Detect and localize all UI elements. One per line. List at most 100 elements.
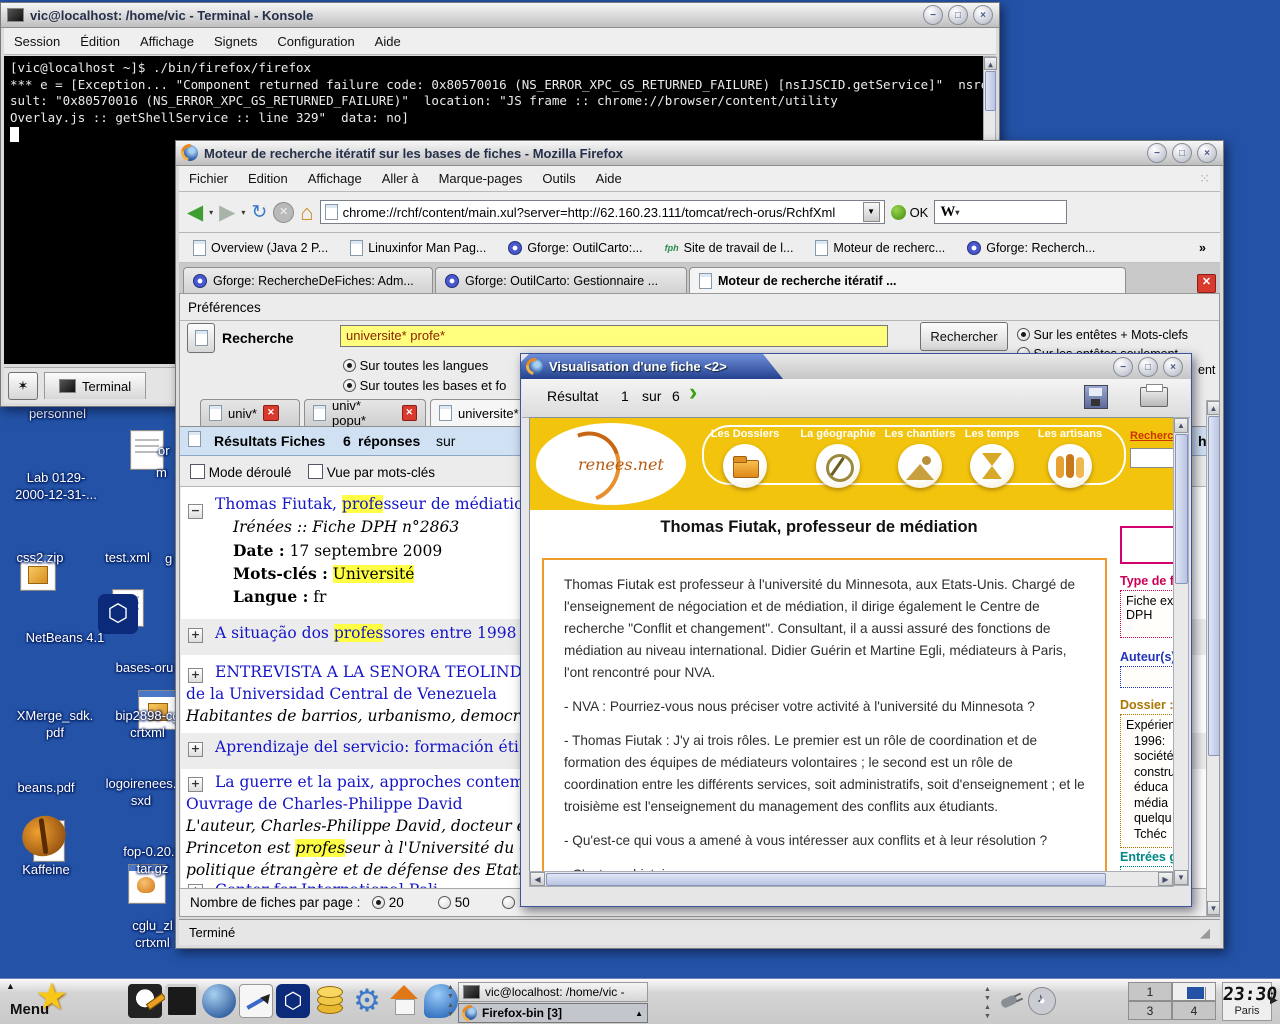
expand-icon[interactable]: [188, 742, 203, 757]
bookmark-overview-java[interactable]: Overview (Java 2 P...: [193, 240, 328, 256]
kmenu-button[interactable]: ★ Menu: [10, 979, 115, 1023]
content-scrollbar[interactable]: ▲ ▼: [1206, 400, 1220, 916]
coins-icon[interactable]: [313, 984, 347, 1018]
menu-aller-a[interactable]: Aller à: [382, 171, 419, 186]
task-list-scroll-icons[interactable]: ▲▼▲▼: [447, 983, 454, 1019]
result-4-title[interactable]: Aprendizaje del servicio: formación éti: [215, 738, 519, 756]
tab-close-button[interactable]: ✕: [1197, 274, 1216, 293]
result-2-title[interactable]: A situação dos professores entre 1998: [215, 624, 516, 642]
close-button[interactable]: ×: [1197, 143, 1217, 163]
menu-session[interactable]: Session: [14, 34, 60, 49]
nav-la-geographie[interactable]: La géographie: [796, 428, 880, 488]
viewer-horizontal-scrollbar[interactable]: ◀ ▶: [529, 871, 1174, 887]
query-tab-close-icon[interactable]: ✕: [263, 405, 279, 421]
minimize-button[interactable]: −: [923, 5, 943, 25]
close-button[interactable]: ×: [1163, 357, 1183, 377]
bookmarks-overflow-chevron[interactable]: »: [1199, 241, 1206, 255]
menu-outils[interactable]: Outils: [542, 171, 575, 186]
desktop-icon-xmerge-label2[interactable]: pdf: [0, 725, 110, 740]
bookmark-site-travail[interactable]: fphSite de travail de l...: [665, 241, 794, 255]
pager-desktop-3[interactable]: 3: [1128, 1001, 1172, 1020]
viewer-vertical-scrollbar[interactable]: ▲ ▼: [1173, 417, 1189, 886]
forward-dropdown-icon[interactable]: ▾: [241, 208, 245, 217]
stop-button[interactable]: ✕: [273, 202, 294, 223]
pagesize-radio-20[interactable]: 20: [372, 895, 404, 910]
result-6-title[interactable]: Center for International Poli: [215, 881, 438, 888]
cd-audio-icon[interactable]: ♪: [1028, 987, 1056, 1015]
viewer-titlebar[interactable]: Visualisation d'une fiche <2>: [521, 354, 783, 379]
desktop-icon-testxml[interactable]: test.xml: [85, 550, 170, 565]
taskbar-entry-konsole[interactable]: vic@localhost: /home/vic -: [458, 982, 648, 1002]
desktop-icon-css2zip[interactable]: css2.zip: [5, 550, 75, 565]
menu-aide[interactable]: Aide: [596, 171, 622, 186]
pager-desktop-2-active[interactable]: [1172, 982, 1216, 1001]
desktop-icon-personnel[interactable]: personnel: [10, 406, 105, 421]
search-submit-button[interactable]: Rechercher: [920, 322, 1008, 351]
tab-moteur-recherche-active[interactable]: Moteur de recherche itératif ...: [689, 267, 1126, 293]
new-session-button[interactable]: ✶: [8, 372, 38, 400]
firefox-titlebar[interactable]: Moteur de recherche itératif sur les bas…: [176, 141, 1223, 166]
menu-fichier[interactable]: Fichier: [189, 171, 228, 186]
collapse-icon[interactable]: [188, 504, 203, 519]
penguin-editor-icon[interactable]: [128, 984, 162, 1018]
scope-radio-1[interactable]: Sur les entêtes + Mots-clefs: [1017, 328, 1188, 342]
desktop-icon-beans[interactable]: beans.pdf: [0, 780, 92, 795]
menu-edition[interactable]: Édition: [80, 34, 120, 49]
next-result-button[interactable]: ›: [689, 378, 697, 407]
nav-les-dossiers[interactable]: Les Dossiers: [703, 428, 787, 488]
desktop-icon-xmerge-label[interactable]: XMerge_sdk.: [0, 708, 110, 723]
search-query-input[interactable]: universite* profe*: [340, 325, 888, 347]
globe-browser-icon[interactable]: [202, 984, 236, 1018]
home-icon[interactable]: [387, 984, 421, 1018]
back-button[interactable]: ◀: [187, 202, 203, 223]
clock-applet[interactable]: 23:30 Paris: [1222, 982, 1272, 1021]
menu-aide[interactable]: Aide: [375, 34, 401, 49]
tab-gforge-recherchedefiches[interactable]: Gforge: RechercheDeFiches: Adm...: [183, 267, 433, 293]
tab-gforge-outilcarto[interactable]: Gforge: OutilCarto: Gestionnaire ...: [435, 267, 687, 293]
result-1-title[interactable]: Thomas Fiutak, professeur de médiatio: [215, 495, 523, 513]
menu-affichage[interactable]: Affichage: [140, 34, 194, 49]
vue-mots-cles-checkbox[interactable]: Vue par mots-clés: [308, 464, 435, 480]
expand-icon[interactable]: [188, 668, 203, 683]
result-3-title[interactable]: ENTREVISTA A LA SENORA TEOLIND: [215, 663, 522, 681]
query-tab-close-icon[interactable]: ✕: [402, 405, 417, 421]
lang-radio[interactable]: Sur toutes les langues: [343, 358, 488, 373]
bookmark-linuxinfor[interactable]: Linuxinfor Man Pag...: [350, 240, 486, 256]
desktop-icon-lab-label2[interactable]: 2000-12-31-...: [0, 487, 112, 502]
desktop-icon-netbeans[interactable]: NetBeans 4.1: [5, 630, 125, 645]
query-tab-univ[interactable]: univ*✕: [200, 399, 300, 426]
terminal-launcher-icon[interactable]: [165, 984, 199, 1018]
bookmark-gforge-recherche[interactable]: Gforge: Recherch...: [967, 241, 1095, 255]
bookmark-moteur-recherche[interactable]: Moteur de recherc...: [815, 240, 945, 256]
menu-configuration[interactable]: Configuration: [277, 34, 354, 49]
menu-edition[interactable]: Edition: [248, 171, 288, 186]
menu-signets[interactable]: Signets: [214, 34, 257, 49]
netbeans-icon[interactable]: ⬡: [98, 594, 138, 634]
expand-icon[interactable]: [188, 777, 203, 792]
resize-grip-icon[interactable]: ◢: [1200, 925, 1210, 941]
expand-icon[interactable]: [188, 628, 203, 643]
search-tool-button[interactable]: [187, 323, 215, 353]
result-3-title-line2[interactable]: de la Universidad Central de Venezuela: [186, 685, 497, 703]
desktop-icon-kaffeine[interactable]: Kaffeine: [0, 862, 92, 877]
pagesize-radio-50[interactable]: 50: [438, 895, 470, 910]
menu-affichage[interactable]: Affichage: [308, 171, 362, 186]
query-tab-univ-popu[interactable]: univ* popu*✕: [304, 399, 426, 426]
banner-search-input[interactable]: [1130, 448, 1175, 468]
print-button[interactable]: [1140, 387, 1168, 407]
forward-button[interactable]: ▶: [219, 202, 235, 223]
mode-deroule-checkbox[interactable]: Mode déroulé: [190, 464, 291, 480]
go-button[interactable]: OK: [891, 205, 929, 220]
preferences-link[interactable]: Préférences: [188, 300, 261, 315]
irenees-logo[interactable]: renees.net: [536, 423, 686, 505]
result-5-title-line2[interactable]: Ouvrage de Charles-Philippe David: [186, 795, 463, 813]
taskbar-entry-firefox[interactable]: Firefox-bin [3] ▲: [458, 1003, 648, 1023]
konsole-titlebar[interactable]: vic@localhost: /home/vic - Terminal - Ko…: [1, 3, 999, 28]
search-engine-box[interactable]: W ▾: [934, 200, 1067, 224]
reload-button[interactable]: ↻: [251, 202, 267, 223]
home-button[interactable]: ⌂: [300, 202, 313, 223]
minimize-button[interactable]: −: [1147, 143, 1167, 163]
maximize-button[interactable]: □: [948, 5, 968, 25]
bookmark-gforge-outilcarto[interactable]: Gforge: OutilCarto:...: [508, 241, 642, 255]
desktop-icon-lab-label[interactable]: Lab 0129-: [0, 470, 112, 485]
